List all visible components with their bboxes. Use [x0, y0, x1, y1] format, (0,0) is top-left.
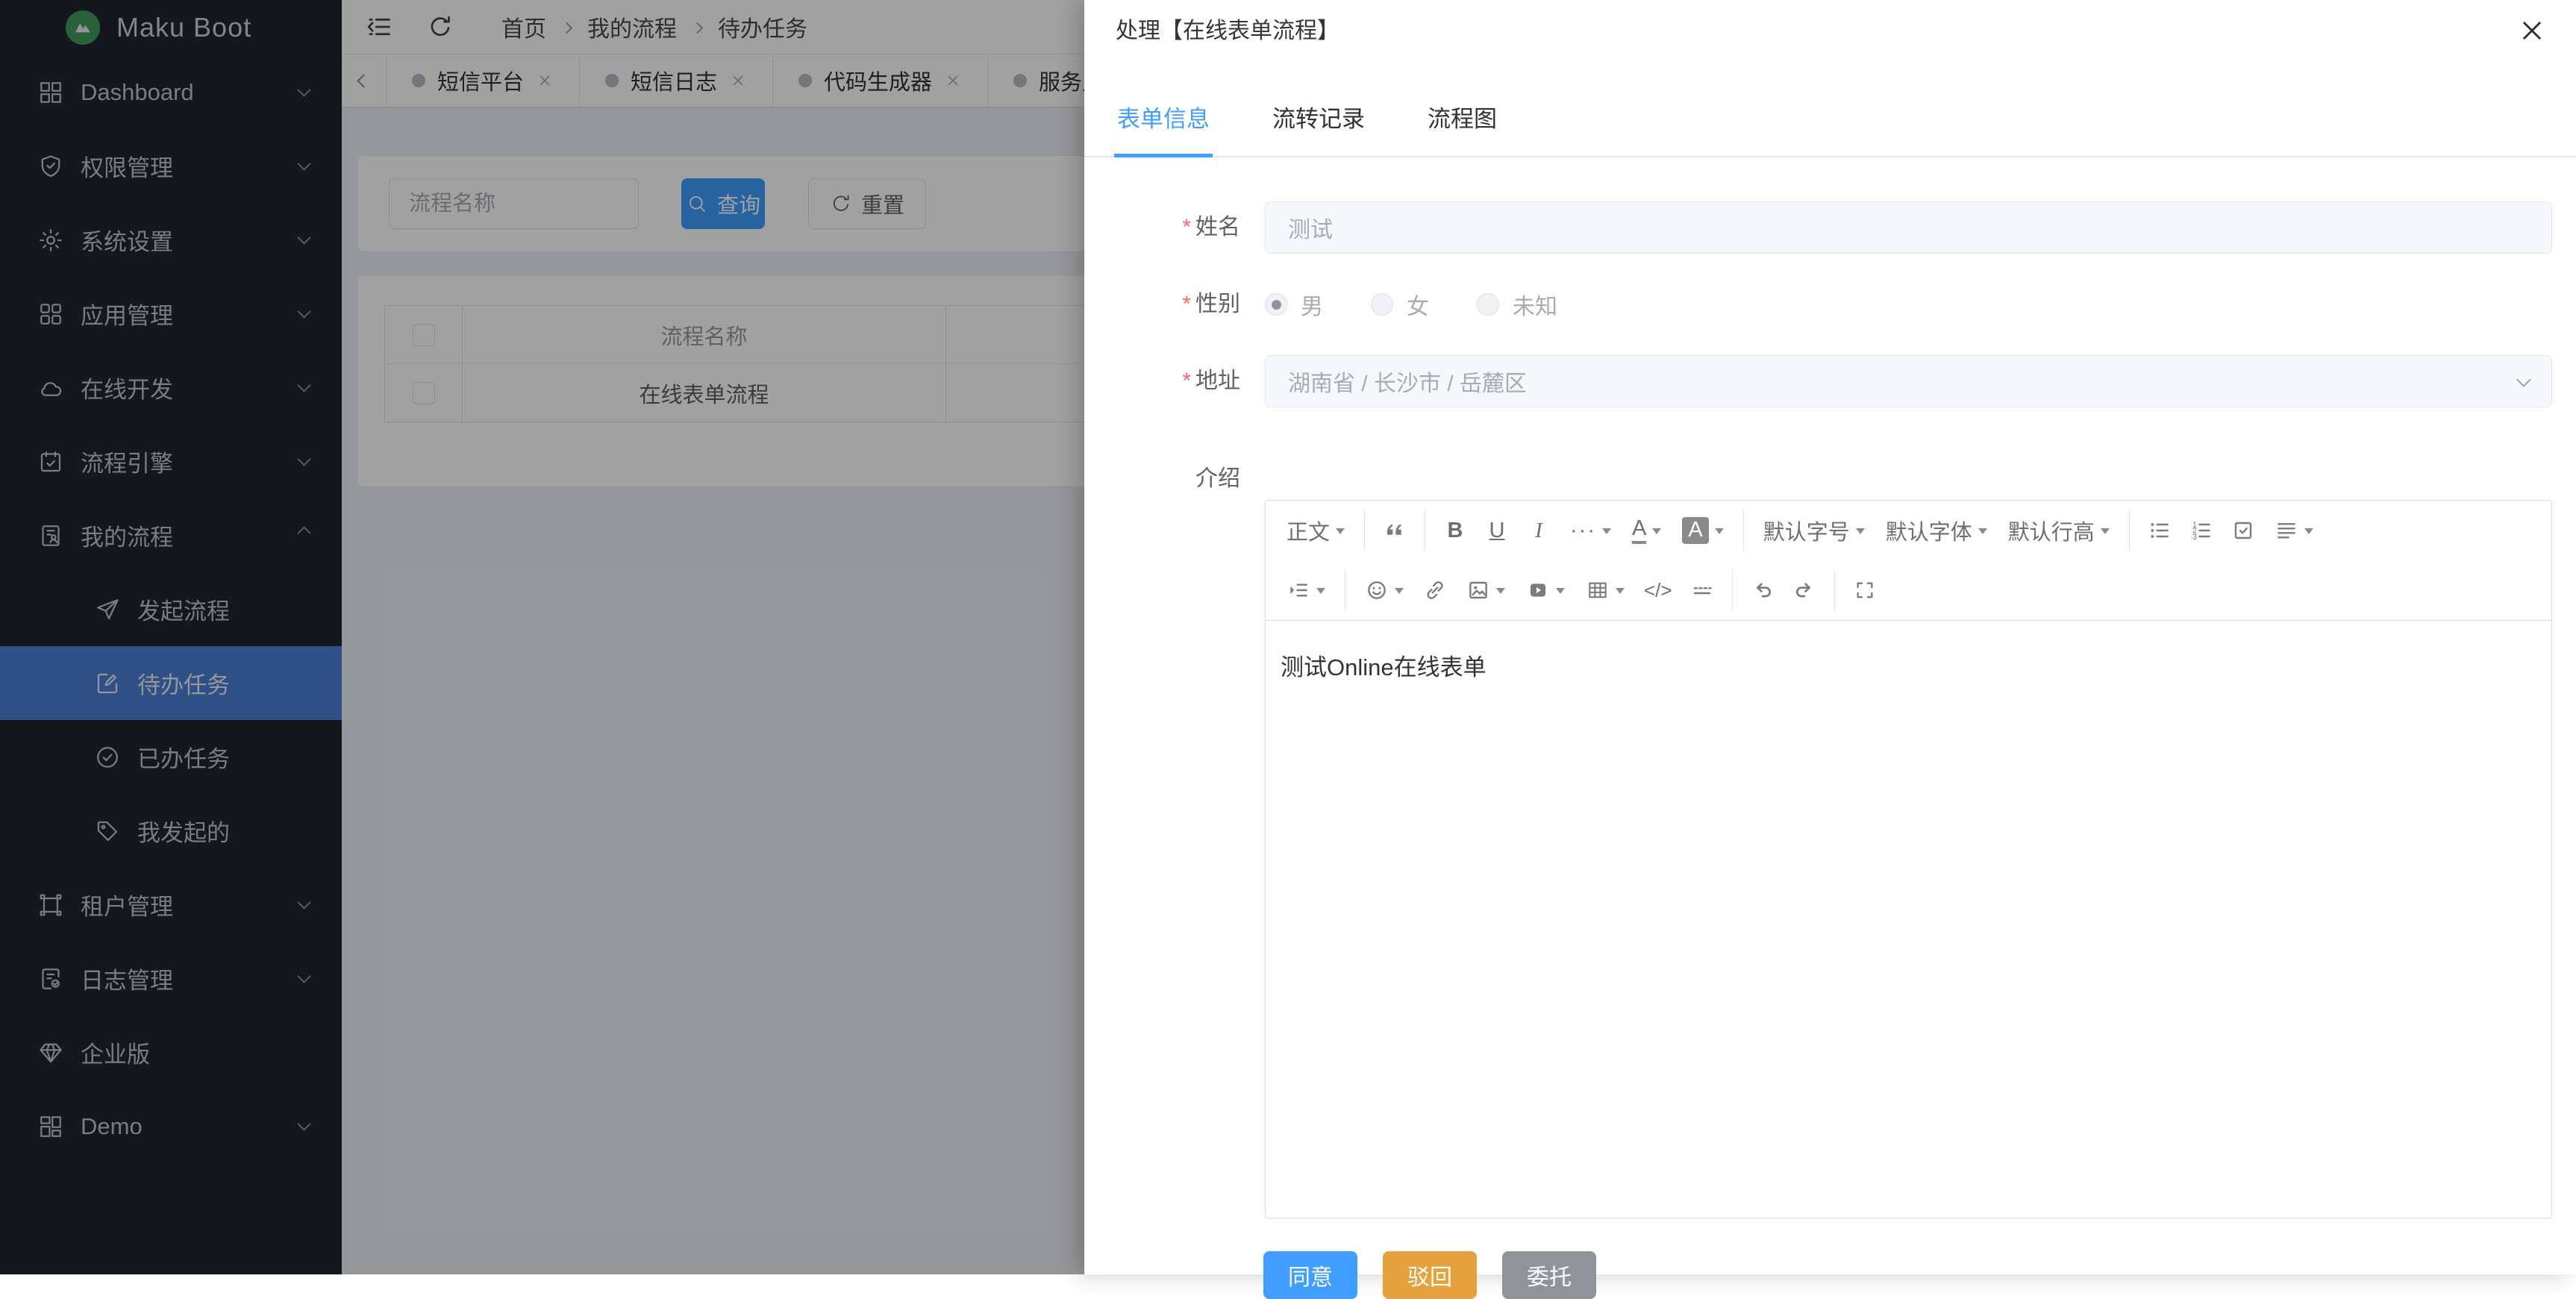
- font-size-dropdown[interactable]: 默认字号: [1753, 509, 1875, 552]
- video-dropdown[interactable]: [1516, 569, 1575, 612]
- form-row-intro: 介绍 正文 B U I ··· A: [1084, 454, 2552, 1218]
- form-row-address: *地址 湖南省 / 长沙市 / 岳麓区: [1084, 355, 2552, 407]
- address-label: *地址: [1084, 355, 1265, 407]
- intro-label: 介绍: [1084, 454, 1265, 1218]
- reject-button[interactable]: 驳回: [1383, 1251, 1477, 1299]
- gender-radio-group: 男 女 未知: [1265, 279, 2552, 330]
- drawer-title: 处理【在线表单流程】: [1116, 12, 1339, 45]
- delegate-button[interactable]: 委托: [1502, 1251, 1596, 1299]
- code-block-icon[interactable]: </>: [1635, 569, 1681, 612]
- editor-content[interactable]: 测试Online在线表单: [1266, 621, 2551, 1218]
- radio-unchecked-icon: [1371, 293, 1393, 316]
- paragraph-style-dropdown[interactable]: 正文: [1276, 509, 1355, 552]
- fullscreen-icon[interactable]: [1844, 569, 1886, 612]
- required-mark: *: [1182, 215, 1191, 240]
- underline-icon[interactable]: U: [1476, 509, 1518, 552]
- tab-flow-diagram[interactable]: 流程图: [1425, 104, 1500, 157]
- bold-icon[interactable]: B: [1434, 509, 1476, 552]
- name-label: *姓名: [1084, 201, 1265, 254]
- radio-checked-icon: [1265, 293, 1287, 316]
- tab-flow-records[interactable]: 流转记录: [1269, 104, 1368, 157]
- address-select-value: 湖南省 / 长沙市 / 岳麓区: [1288, 365, 2519, 398]
- emoji-dropdown[interactable]: [1354, 569, 1414, 612]
- font-family-dropdown[interactable]: 默认字体: [1875, 509, 1998, 552]
- background-color-dropdown[interactable]: A: [1672, 509, 1734, 552]
- font-color-dropdown[interactable]: A: [1622, 509, 1672, 552]
- process-drawer: 处理【在线表单流程】 表单信息 流转记录 流程图 *姓名 *性别: [1084, 0, 2576, 1274]
- rich-text-editor: 正文 B U I ··· A A 默认字号 默认字体: [1265, 500, 2552, 1218]
- table-dropdown[interactable]: [1575, 569, 1635, 612]
- gender-label: *性别: [1084, 279, 1265, 330]
- drawer-body: *姓名 *性别 男 女: [1084, 201, 2576, 1299]
- address-select: 湖南省 / 长沙市 / 岳麓区: [1265, 355, 2552, 407]
- editor-paragraph: 测试Online在线表单: [1281, 651, 2536, 686]
- indent-dropdown[interactable]: [1276, 569, 1336, 612]
- radio-female: 女: [1371, 288, 1429, 321]
- radio-male: 男: [1265, 288, 1323, 321]
- required-mark: *: [1182, 369, 1191, 393]
- divider-icon[interactable]: [1681, 569, 1723, 612]
- form-row-name: *姓名: [1084, 201, 2552, 254]
- numbered-list-icon[interactable]: 123: [2180, 509, 2222, 552]
- chevron-down-icon: [2516, 372, 2531, 387]
- editor-toolbar: 正文 B U I ··· A A 默认字号 默认字体: [1266, 501, 2551, 621]
- radio-unchecked-icon: [1477, 293, 1499, 316]
- name-field: [1265, 201, 2552, 254]
- close-icon[interactable]: [2518, 16, 2546, 45]
- link-icon[interactable]: [1414, 569, 1456, 612]
- line-height-dropdown[interactable]: 默认行高: [1998, 509, 2120, 552]
- agree-button[interactable]: 同意: [1263, 1251, 1357, 1299]
- tab-form-info[interactable]: 表单信息: [1114, 104, 1213, 157]
- drawer-actions: 同意 驳回 委托: [1084, 1251, 2552, 1299]
- blockquote-icon[interactable]: [1374, 509, 1416, 552]
- bulleted-list-icon[interactable]: [2139, 509, 2180, 552]
- align-dropdown[interactable]: [2264, 509, 2324, 552]
- image-dropdown[interactable]: [1456, 569, 1516, 612]
- undo-icon[interactable]: [1742, 569, 1783, 612]
- more-text-styles-dropdown[interactable]: ···: [1560, 509, 1622, 552]
- modal-overlay[interactable]: [0, 0, 1084, 1274]
- radio-unknown: 未知: [1477, 288, 1557, 321]
- required-mark: *: [1182, 292, 1191, 316]
- drawer-tabs: 表单信息 流转记录 流程图: [1084, 49, 2576, 157]
- redo-icon[interactable]: [1783, 569, 1825, 612]
- svg-text:3: 3: [2192, 533, 2197, 542]
- italic-icon[interactable]: I: [1518, 509, 1560, 552]
- drawer-header: 处理【在线表单流程】: [1084, 0, 2576, 49]
- form-row-gender: *性别 男 女 未知: [1084, 279, 2552, 330]
- todo-list-icon[interactable]: [2222, 509, 2264, 552]
